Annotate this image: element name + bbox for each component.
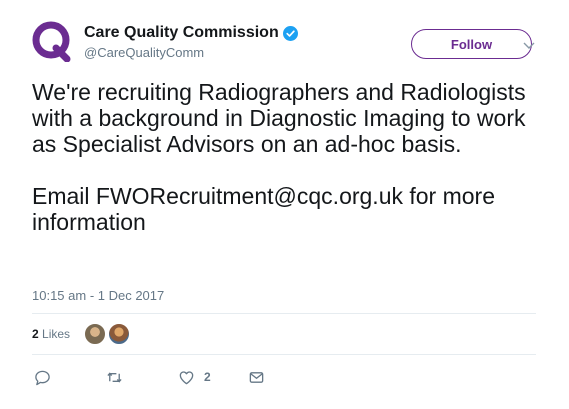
like-button[interactable]: 2 [178, 367, 211, 387]
retweet-icon [107, 371, 122, 383]
avatar[interactable] [84, 323, 107, 345]
tweet-card: Care Quality Commission @CareQualityComm… [0, 0, 569, 409]
verified-check-icon [282, 25, 298, 41]
heart-icon [179, 370, 194, 384]
like-count: 2 [204, 370, 211, 384]
cqc-logo-icon [32, 21, 71, 63]
display-name[interactable]: Care Quality Commission [84, 24, 279, 42]
tweet-paragraph-2: Email FWORecruitment@cqc.org.uk for more… [32, 183, 496, 235]
reply-button[interactable] [34, 367, 51, 387]
tweet-paragraph-1: We're recruiting Radiographers and Radio… [32, 79, 526, 157]
tweet-timestamp[interactable]: 10:15 am - 1 Dec 2017 [32, 288, 164, 303]
follow-button[interactable]: Follow [411, 29, 532, 59]
account-avatar[interactable] [32, 20, 74, 63]
likes-number: 2 [32, 327, 39, 341]
divider [32, 313, 536, 314]
chevron-down-icon[interactable] [522, 38, 536, 49]
divider [32, 354, 536, 355]
direct-message-button[interactable] [248, 367, 265, 387]
tweet-actions: 2 [32, 367, 292, 387]
likes-summary[interactable]: 2 Likes [32, 320, 132, 348]
envelope-icon [249, 371, 264, 383]
account-name-block[interactable]: Care Quality Commission @CareQualityComm [84, 24, 298, 60]
tweet-text: We're recruiting Radiographers and Radio… [32, 79, 552, 235]
retweet-button[interactable] [106, 367, 123, 387]
account-handle[interactable]: @CareQualityComm [84, 45, 298, 60]
reply-icon [35, 370, 50, 385]
likes-label: Likes [42, 327, 71, 341]
avatar[interactable] [108, 323, 131, 345]
likers-avatars [84, 323, 132, 345]
likes-count[interactable]: 2 Likes [32, 327, 70, 341]
